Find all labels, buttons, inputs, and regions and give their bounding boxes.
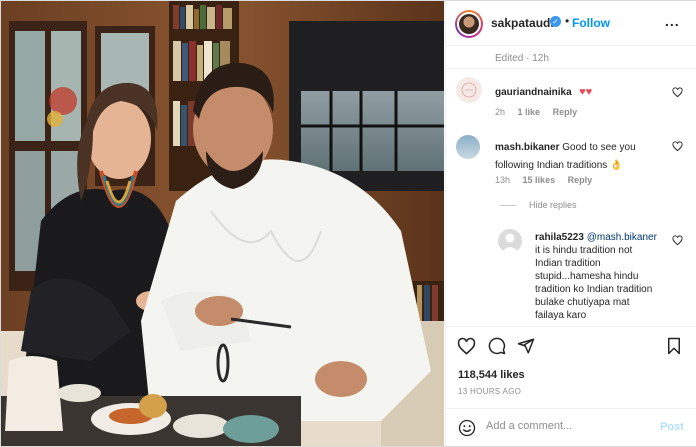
author-avatar-image	[459, 14, 479, 34]
reply-button[interactable]: Reply	[568, 175, 593, 185]
post-timestamp[interactable]: 13 HOURS AGO	[458, 387, 521, 396]
divider	[446, 68, 696, 69]
reply-username[interactable]: rahila5223	[535, 232, 584, 243]
bookmark-icon[interactable]	[666, 337, 682, 355]
comment-item: gauriandnainika ♥♥	[495, 82, 665, 100]
comment-icon[interactable]	[488, 337, 506, 355]
likes-count[interactable]: 118,544 likes	[458, 369, 525, 381]
edited-timestamp: Edited · 12h	[495, 53, 549, 64]
like-reply-heart-icon[interactable]	[672, 235, 683, 246]
commenter-avatar[interactable]	[498, 229, 522, 253]
comment-input[interactable]	[486, 420, 646, 432]
commenter-avatar[interactable]	[456, 77, 482, 103]
author-avatar[interactable]	[455, 10, 483, 38]
follow-button[interactable]: Follow	[572, 16, 610, 30]
comment-likes[interactable]: 1 like	[518, 107, 541, 117]
commenter-avatar[interactable]	[456, 135, 480, 159]
avatar-logo-icon	[461, 82, 477, 98]
hide-replies-button[interactable]: Hide replies	[500, 200, 577, 210]
post-side-panel: sakpataudi ✓ • Follow ... Edited · 12h g…	[445, 1, 696, 446]
comment-meta: 13h 15 likes Reply	[495, 175, 592, 185]
post-photo[interactable]	[1, 1, 444, 446]
like-comment-heart-icon[interactable]	[672, 87, 683, 98]
heart-icon[interactable]	[457, 337, 476, 356]
reply-mention-link[interactable]: @mash.bikaner	[587, 232, 657, 243]
comment-username[interactable]: mash.bikaner	[495, 142, 559, 153]
comment-time: 2h	[495, 107, 506, 117]
reply-item: rahila5223 @mash.bikaner it is hindu tra…	[535, 231, 660, 322]
reply-text: it is hindu tradition not Indian traditi…	[535, 245, 653, 321]
reply-button[interactable]: Reply	[553, 107, 578, 117]
photo-illustration	[1, 1, 444, 446]
post-header: sakpataudi ✓ • Follow ...	[446, 1, 696, 46]
verified-badge-icon: ✓	[550, 16, 561, 27]
emoji-icon[interactable]	[458, 419, 476, 437]
heart-emoji-icon: ♥♥	[579, 86, 593, 98]
comment-username[interactable]: gauriandnainika	[495, 87, 572, 98]
share-icon[interactable]	[517, 337, 535, 355]
like-comment-heart-icon[interactable]	[672, 141, 683, 152]
post-comment-button[interactable]: Post	[660, 421, 684, 433]
post-actions: 118,544 likes 13 HOURS AGO Post	[446, 326, 696, 447]
comment-time: 13h	[495, 175, 511, 185]
comment-item: mash.bikaner Good to see you following I…	[495, 137, 660, 173]
header-separator: •	[565, 14, 570, 28]
more-icon[interactable]: ...	[665, 13, 680, 29]
default-user-icon	[501, 233, 519, 253]
comment-bar: Post	[446, 408, 696, 447]
comment-likes[interactable]: 15 likes	[523, 175, 556, 185]
author-username[interactable]: sakpataudi	[491, 16, 554, 30]
comment-meta: 2h 1 like Reply	[495, 107, 577, 117]
